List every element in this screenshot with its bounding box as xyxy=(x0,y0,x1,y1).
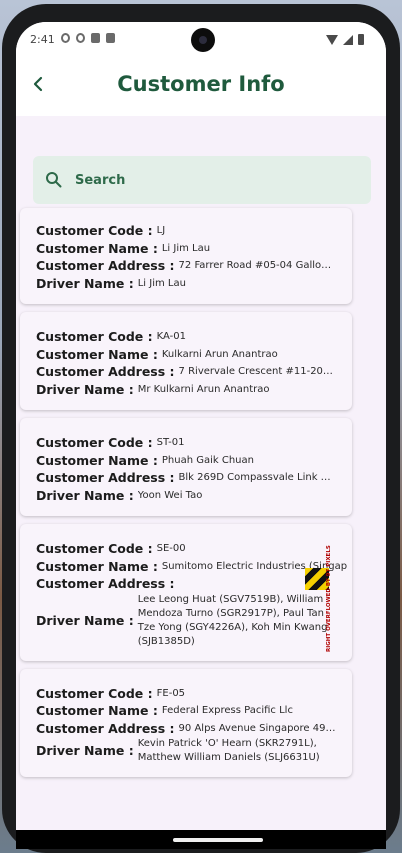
customer-name-label: Customer Name : xyxy=(36,346,158,362)
customer-address-value: 7 Rivervale Crescent #11-20 Riv… xyxy=(178,366,336,378)
overflow-warning-text: RIGHT OVERFLOWED BY 97 PIXELS xyxy=(326,545,332,652)
privacy-icon xyxy=(76,33,85,43)
customer-name-label: Customer Name : xyxy=(36,240,158,256)
customer-address-value: 90 Alps Avenue Singapore 498… xyxy=(178,722,336,734)
customer-card[interactable]: Customer Code : KA-01 Customer Name : Kulk… xyxy=(20,312,352,410)
customer-address-value: 72 Farrer Road #05-04 Gallop … xyxy=(178,260,336,272)
shield-icon xyxy=(61,33,70,43)
customer-address-label: Customer Address : xyxy=(36,720,175,736)
customer-name-label: Customer Name : xyxy=(36,558,158,574)
customer-name-label: Customer Name : xyxy=(36,703,158,718)
customer-code-value: LJ xyxy=(156,225,166,237)
customer-code-value: FE-05 xyxy=(156,687,186,699)
search-input[interactable] xyxy=(75,169,355,191)
customer-card[interactable]: Customer Code : LJ Customer Name : Li Jim … xyxy=(20,208,352,304)
front-camera xyxy=(191,28,215,52)
driver-name-label: Driver Name : xyxy=(36,743,134,759)
customer-name-value: Kulkarni Arun Anantrao xyxy=(161,348,278,360)
customer-address-value: Blk 269D Compassvale Link #12… xyxy=(178,472,336,484)
status-system-icons xyxy=(326,34,364,45)
battery-icon xyxy=(358,34,364,45)
customer-code-value: ST-01 xyxy=(156,437,185,449)
status-time: 2:41 xyxy=(30,33,55,46)
driver-name-label: Driver Name : xyxy=(36,612,134,628)
customer-address-label: Customer Address : xyxy=(36,258,175,273)
signal-icon xyxy=(343,34,353,45)
customer-card[interactable]: Customer Code : FE-05 Customer Name : Fede… xyxy=(20,668,352,777)
search-field[interactable] xyxy=(33,156,371,204)
customer-code-label: Customer Code : xyxy=(36,435,153,450)
customer-code-value: SE-00 xyxy=(156,543,186,555)
wifi-icon xyxy=(326,34,338,45)
customer-card[interactable]: Customer Code : SE-00 Customer Name : Sumi… xyxy=(20,524,352,661)
app-bar: Customer Info xyxy=(16,58,386,116)
status-bar: 2:41 xyxy=(16,22,386,58)
customer-name-value: Li Jim Lau xyxy=(161,242,211,254)
driver-name-value: Li Jim Lau xyxy=(137,277,186,289)
customer-name-label: Customer Name : xyxy=(36,452,158,468)
driver-name-label: Driver Name : xyxy=(36,487,134,503)
customer-card[interactable]: Customer Code : ST-01 Customer Name : Phua… xyxy=(20,418,352,516)
customer-address-label: Customer Address : xyxy=(36,576,175,591)
status-notification-icons xyxy=(61,33,115,43)
customer-name-value: Phuah Gaik Chuan xyxy=(161,454,254,466)
sd-card-icon xyxy=(91,33,100,43)
customer-code-label: Customer Code : xyxy=(36,685,153,701)
customer-name-value: Federal Express Pacific Llc xyxy=(161,705,293,717)
home-indicator[interactable] xyxy=(173,838,263,842)
driver-name-value: Lee Leong Huat (SGV7519B), William Mendo… xyxy=(137,593,328,647)
customer-code-label: Customer Code : xyxy=(36,329,153,344)
customer-address-label: Customer Address : xyxy=(36,364,175,379)
navigation-bar xyxy=(16,830,386,849)
driver-name-value: Kevin Patrick 'O' Hearn (SKR2791L), Matt… xyxy=(137,738,320,763)
driver-name-value: Mr Kulkarni Arun Anantrao xyxy=(137,383,270,395)
page-title: Customer Info xyxy=(117,72,285,96)
customer-list: Customer Code : LJ Customer Name : Li Jim … xyxy=(20,208,352,785)
driver-name-label: Driver Name : xyxy=(36,275,134,291)
customer-code-label: Customer Code : xyxy=(36,541,153,556)
customer-code-label: Customer Code : xyxy=(36,223,153,238)
customer-code-value: KA-01 xyxy=(156,331,186,343)
notification-icon xyxy=(106,33,115,43)
driver-name-label: Driver Name : xyxy=(36,381,134,397)
search-icon xyxy=(46,172,62,188)
customer-address-label: Customer Address : xyxy=(36,470,175,485)
driver-name-value: Yoon Wei Tao xyxy=(137,489,203,501)
